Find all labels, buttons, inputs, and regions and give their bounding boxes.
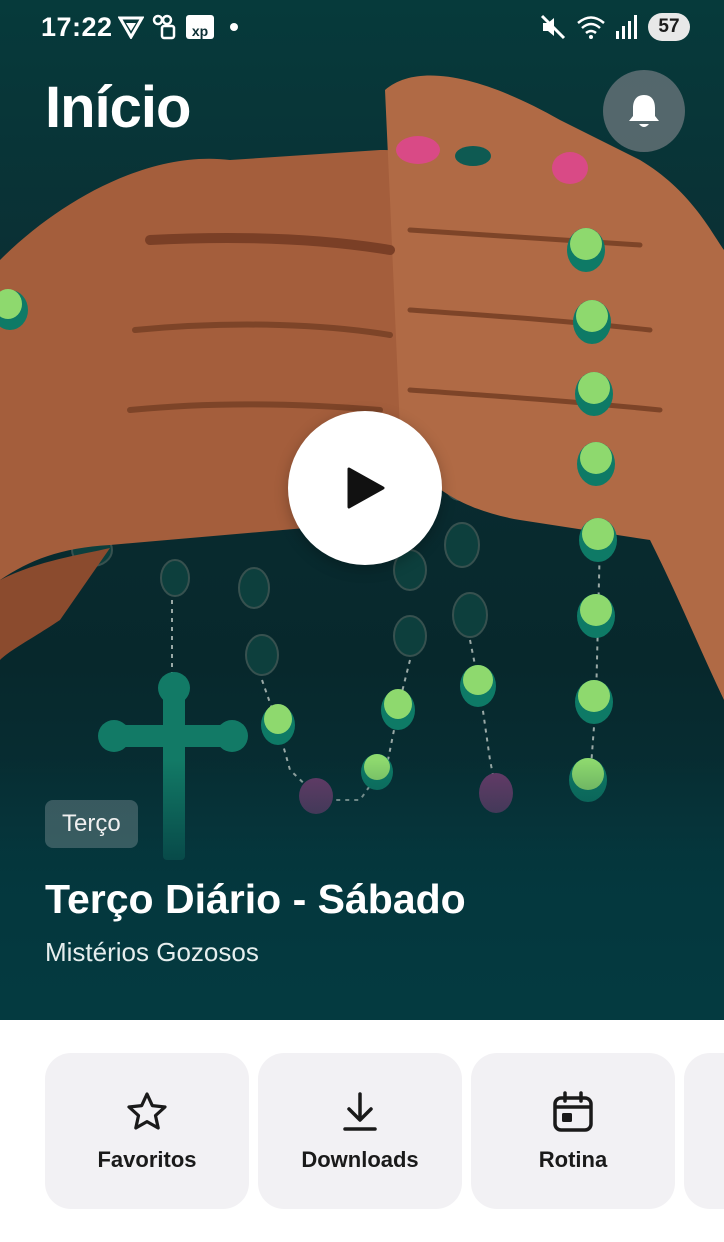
hero-subtitle: Mistérios Gozosos bbox=[45, 937, 259, 967]
download-icon bbox=[343, 1092, 377, 1131]
page-title: Início bbox=[45, 75, 191, 140]
mute-icon bbox=[540, 14, 566, 40]
xp-app-icon: xp bbox=[186, 15, 214, 39]
status-icons-left: xp bbox=[118, 14, 238, 40]
play-button[interactable] bbox=[288, 411, 442, 565]
shortcut-row: Favoritos Downloads Rotina bbox=[45, 1053, 675, 1209]
status-time: 17:22 bbox=[41, 12, 113, 42]
category-tag: Terço bbox=[45, 800, 138, 848]
vpn-icon bbox=[118, 16, 144, 39]
notifications-button[interactable] bbox=[603, 70, 685, 152]
downloads-label: Downloads bbox=[301, 1147, 419, 1172]
calendar-icon bbox=[553, 1091, 593, 1132]
shortcut-card-partial[interactable] bbox=[684, 1053, 724, 1209]
favorites-button[interactable]: Favoritos bbox=[45, 1053, 249, 1209]
routine-label: Rotina bbox=[538, 1147, 608, 1172]
signal-icon bbox=[616, 15, 637, 39]
dot-icon bbox=[230, 23, 238, 31]
downloads-button[interactable]: Downloads bbox=[258, 1053, 462, 1209]
star-icon bbox=[127, 1092, 167, 1130]
wifi-icon bbox=[577, 16, 605, 39]
sim-icon bbox=[152, 14, 176, 40]
status-icons-right: 57 bbox=[540, 13, 690, 41]
hero-title[interactable]: Terço Diário - Sábado bbox=[45, 876, 466, 923]
status-bar: 17:22 xp 57 bbox=[0, 0, 724, 58]
play-icon bbox=[347, 467, 385, 509]
routine-button[interactable]: Rotina bbox=[471, 1053, 675, 1209]
favorites-label: Favoritos bbox=[97, 1147, 197, 1172]
bell-icon bbox=[629, 95, 659, 127]
battery-indicator: 57 bbox=[648, 13, 690, 41]
